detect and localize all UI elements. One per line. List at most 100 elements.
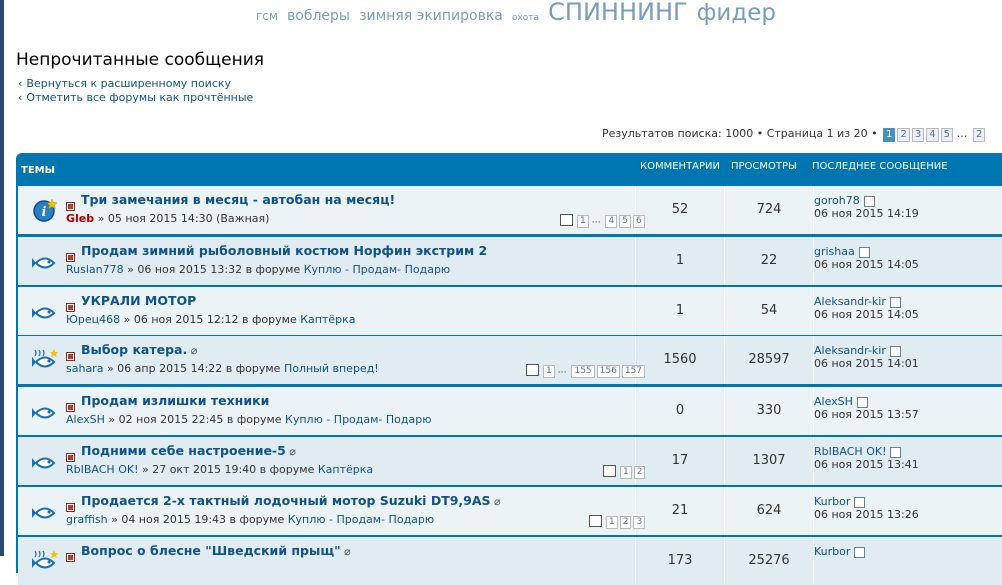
topic-title-link[interactable]: Продается 2-х тактный лодочный мотор Suz… bbox=[81, 493, 501, 508]
author-link[interactable]: graffish bbox=[66, 513, 108, 526]
topic-title[interactable]: Подними себе настроение-5 bbox=[81, 443, 286, 458]
page-button[interactable]: 5 bbox=[940, 128, 953, 142]
hot-fish-icon bbox=[32, 549, 58, 573]
view-latest-post-icon[interactable] bbox=[854, 496, 866, 508]
author-link[interactable]: sahara bbox=[66, 362, 103, 375]
topic-page-button[interactable]: 5 bbox=[619, 214, 631, 228]
topic-page-button[interactable]: 1 bbox=[543, 364, 555, 378]
topic-title-link[interactable]: Продам зимний рыболовный костюм Норфин э… bbox=[81, 243, 487, 258]
topic-cell: Продам излишки техники AlexSH » 02 ноя 20… bbox=[18, 387, 636, 435]
new-post-icon[interactable] bbox=[66, 497, 75, 512]
view-latest-post-icon[interactable] bbox=[889, 296, 901, 308]
last-post-date: 06 ноя 2015 14:01 bbox=[814, 357, 919, 370]
topic-title-link[interactable]: Подними себе настроение-5 ⌀ bbox=[81, 443, 296, 458]
topic-title-link[interactable]: Продам излишки техники bbox=[81, 393, 269, 408]
new-post-icon[interactable] bbox=[66, 397, 75, 412]
topic-title[interactable]: Выбор катера. bbox=[81, 342, 187, 357]
views-count: 724 bbox=[725, 186, 814, 234]
topic-meta: » 27 окт 2015 19:40 в форуме bbox=[138, 463, 318, 476]
author-link[interactable]: Юрец468 bbox=[66, 313, 120, 326]
view-latest-post-icon[interactable] bbox=[856, 396, 868, 408]
results-summary: Результатов поиска: 1000 • Страница 1 из… bbox=[602, 127, 878, 140]
tag-link[interactable]: фидер bbox=[697, 0, 776, 26]
last-post-author[interactable]: goroh78 bbox=[814, 194, 1002, 207]
topic-row: Подними себе настроение-5 ⌀ RbIBACH OK! »… bbox=[18, 437, 1002, 485]
page-button[interactable]: 4 bbox=[926, 128, 939, 142]
author-link[interactable]: Gleb bbox=[66, 212, 94, 225]
author-link[interactable]: AlexSH bbox=[66, 413, 105, 426]
tag-link[interactable]: СПИННИНГ bbox=[548, 0, 688, 26]
topic-title[interactable]: Продается 2-х тактный лодочный мотор Suz… bbox=[81, 493, 491, 508]
view-latest-post-icon[interactable] bbox=[858, 246, 870, 258]
views-count: 330 bbox=[725, 387, 814, 435]
topic-page-button[interactable]: 156 bbox=[596, 364, 620, 378]
last-post-author[interactable]: RbIBACH OK! bbox=[814, 445, 1002, 458]
last-post-cell: grishaa 06 ноя 2015 14:05 bbox=[814, 237, 1002, 285]
last-post-author[interactable]: Aleksandr-kir bbox=[814, 344, 1002, 357]
new-post-icon[interactable] bbox=[66, 247, 75, 262]
view-latest-post-icon[interactable] bbox=[890, 446, 902, 458]
topic-info: Gleb » 05 ноя 2015 14:30 (Важная) bbox=[66, 212, 269, 225]
forum-link[interactable]: Каптёрка bbox=[300, 313, 355, 326]
topic-title-link[interactable]: УКРАЛИ МОТОР bbox=[81, 293, 196, 308]
last-post-author[interactable]: Kurbor bbox=[814, 545, 1002, 558]
new-post-icon[interactable] bbox=[66, 297, 75, 312]
topic-page-button[interactable]: 1 bbox=[606, 515, 618, 529]
author-link[interactable]: RbIBACH OK! bbox=[66, 463, 138, 476]
tag-link[interactable]: охота bbox=[512, 13, 539, 23]
forum-link[interactable]: Каптёрка bbox=[318, 463, 373, 476]
topic-title[interactable]: Продам излишки техники bbox=[81, 393, 269, 408]
last-post-date: 06 ноя 2015 14:19 bbox=[814, 207, 919, 220]
topic-page-button[interactable]: 1 bbox=[577, 214, 589, 228]
topic-page-button[interactable]: 4 bbox=[605, 214, 618, 228]
topic-title[interactable]: УКРАЛИ МОТОР bbox=[81, 293, 196, 308]
last-post-date: 06 ноя 2015 13:26 bbox=[814, 508, 919, 521]
topic-meta: » 04 ноя 2015 19:43 в форуме bbox=[107, 513, 288, 526]
new-post-icon[interactable] bbox=[66, 547, 75, 562]
tag-link[interactable]: зимняя экипировка bbox=[359, 8, 503, 24]
pages-icon bbox=[526, 364, 539, 376]
pages-icon bbox=[603, 465, 616, 477]
topic-page-button[interactable]: 1 bbox=[620, 465, 632, 479]
comments-count: 17 bbox=[636, 437, 725, 485]
topic-page-button[interactable]: 2 bbox=[619, 515, 632, 529]
topic-page-button[interactable]: 155 bbox=[571, 364, 595, 378]
tag-link[interactable]: воблеры bbox=[287, 8, 350, 24]
last-post-author[interactable]: Kurbor bbox=[814, 495, 1002, 508]
topic-pagination: 1 … 456 bbox=[560, 214, 645, 228]
mark-forums-read-link[interactable]: Отметить все форумы как прочтённые bbox=[18, 91, 253, 105]
topic-info: RbIBACH OK! » 27 окт 2015 19:40 в форуме… bbox=[66, 463, 373, 476]
back-to-search-link[interactable]: Вернуться к расширенному поиску bbox=[18, 77, 253, 91]
attachment-icon: ⌀ bbox=[285, 445, 296, 458]
fish-icon bbox=[32, 399, 58, 423]
page-button[interactable]: 2 bbox=[897, 128, 910, 142]
new-post-icon[interactable] bbox=[66, 196, 75, 211]
forum-link[interactable]: Куплю - Продам- Подарю bbox=[288, 513, 434, 526]
view-latest-post-icon[interactable] bbox=[863, 195, 875, 207]
forum-link[interactable]: Куплю - Продам- Подарю bbox=[285, 413, 431, 426]
comments-count: 1 bbox=[636, 287, 725, 335]
last-post-author[interactable]: Aleksandr-kir bbox=[814, 295, 1002, 308]
view-latest-post-icon[interactable] bbox=[889, 345, 901, 357]
topic-title[interactable]: Три замечания в месяц - автобан на месяц… bbox=[81, 192, 395, 207]
new-post-icon[interactable] bbox=[66, 346, 75, 361]
topic-meta: » 06 ноя 2015 13:32 в форуме bbox=[123, 263, 304, 276]
new-post-icon[interactable] bbox=[66, 447, 75, 462]
topic-title-link[interactable]: Выбор катера. ⌀ bbox=[81, 342, 197, 357]
author-link[interactable]: Ruslan778 bbox=[66, 263, 124, 276]
header-last-post: Последнее сообщение bbox=[812, 161, 948, 172]
tag-link[interactable]: гсм bbox=[256, 9, 278, 23]
hot-fish-icon bbox=[32, 348, 58, 372]
topic-title[interactable]: Продам зимний рыболовный костюм Норфин э… bbox=[81, 243, 487, 258]
page-button[interactable]: 3 bbox=[911, 128, 925, 142]
topic-info: Юрец468 » 06 ноя 2015 12:12 в форуме Кап… bbox=[66, 313, 356, 326]
last-post-author[interactable]: AlexSH bbox=[814, 395, 1002, 408]
forum-link[interactable]: Полный вперед! bbox=[284, 362, 379, 375]
page-button[interactable]: 2 bbox=[972, 128, 986, 142]
last-post-author[interactable]: grishaa bbox=[814, 245, 1002, 258]
page-button-current[interactable]: 1 bbox=[883, 128, 896, 142]
topic-cell: i Три замечания в месяц - автобан на меся… bbox=[18, 186, 645, 234]
page-ellipsis: … bbox=[554, 365, 570, 376]
topic-title-link[interactable]: Три замечания в месяц - автобан на месяц… bbox=[81, 192, 395, 207]
forum-link[interactable]: Куплю - Продам- Подарю bbox=[304, 263, 450, 276]
